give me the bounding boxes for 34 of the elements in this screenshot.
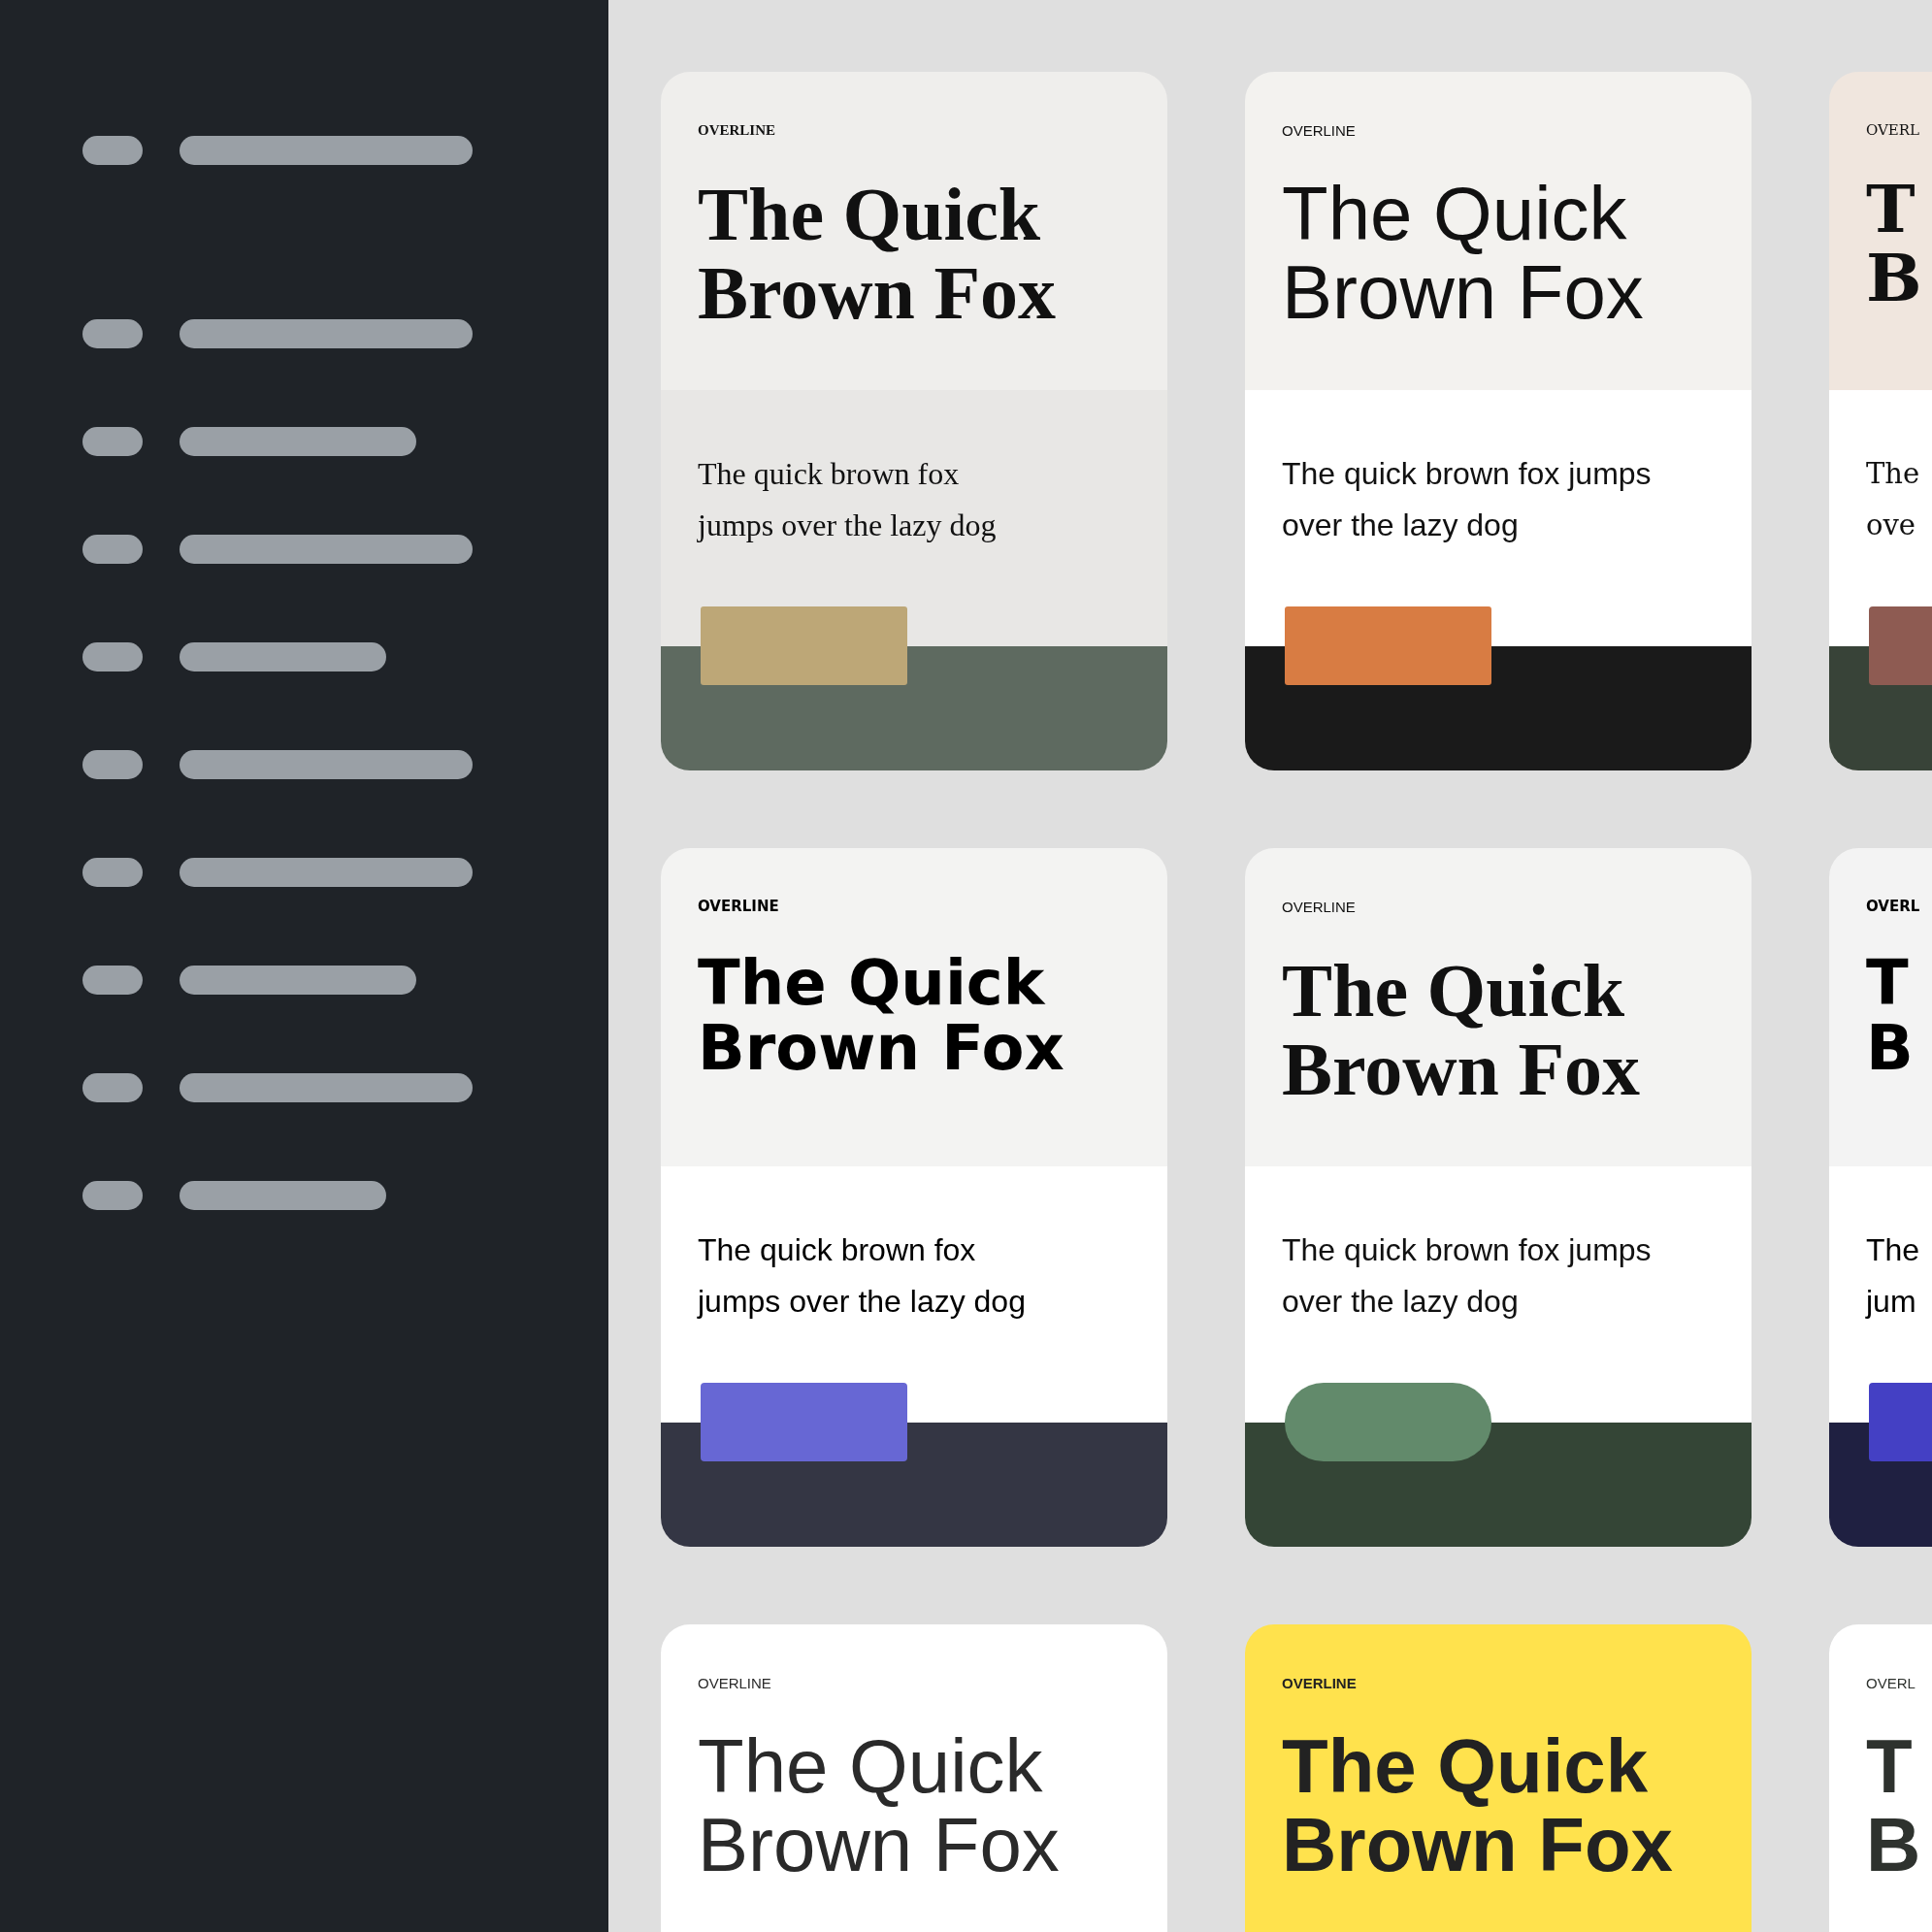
body-text: The ove (1866, 456, 1921, 543)
icon-placeholder (82, 319, 143, 348)
card-title: T B (1866, 1727, 1922, 1885)
body-text: The quick brown fox jumps over the lazy dog (698, 1231, 1027, 1321)
overline: OVERLINE (698, 900, 780, 914)
card-title: The Quick Brown Fox (1282, 175, 1645, 333)
overline: OVERL (1866, 1676, 1916, 1690)
card-title: T B (1866, 951, 1915, 1081)
body-text: The jum (1866, 1231, 1921, 1321)
card-title: The Quick Brown Fox (698, 951, 1065, 1081)
card-title: T B (1866, 175, 1923, 312)
body-text: The quick brown fox jumps over the lazy dog (1282, 455, 1653, 544)
card-title: The Quick Brown Fox (698, 175, 1058, 333)
icon-placeholder (82, 1181, 143, 1210)
overline: OVERLINE (1282, 900, 1357, 914)
body-text: The quick brown fox jumps over the lazy dog (1282, 1231, 1653, 1321)
card-title: The Quick Brown Fox (1282, 1727, 1674, 1885)
icon-placeholder (82, 858, 143, 887)
icon-placeholder (82, 535, 143, 564)
overline: OVERL (1866, 123, 1921, 138)
icon-placeholder (82, 1073, 143, 1102)
overline: OVERL (1866, 900, 1921, 914)
card-title: The Quick Brown Fox (698, 1727, 1061, 1885)
icon-placeholder (82, 966, 143, 995)
overline: OVERLINE (698, 123, 777, 138)
icon-placeholder (82, 750, 143, 779)
body-text: The quick brown fox jumps over the lazy dog (698, 455, 998, 544)
card-title: The Quick Brown Fox (1282, 951, 1642, 1109)
icon-placeholder (82, 642, 143, 671)
overline: OVERLINE (698, 1676, 772, 1690)
icon-placeholder (82, 136, 143, 165)
overline: OVERLINE (1282, 123, 1357, 138)
icon-placeholder (82, 427, 143, 456)
overline: OVERLINE (1282, 1676, 1358, 1690)
